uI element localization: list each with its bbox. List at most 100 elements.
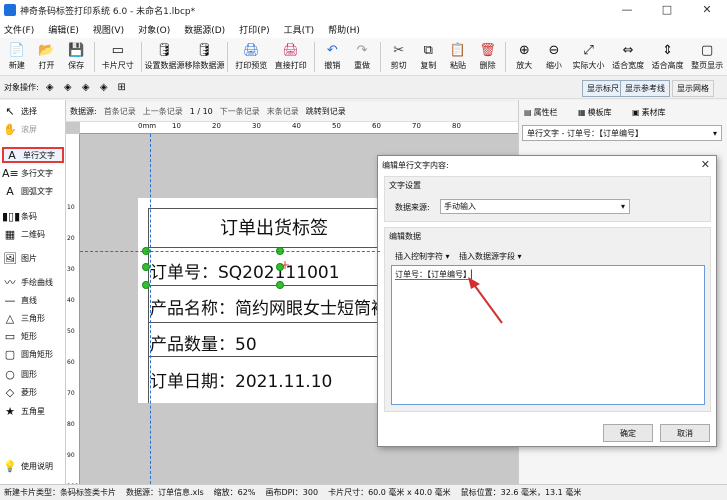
- lightbulb-icon: 💡: [3, 459, 17, 473]
- tool-label: 使用说明: [21, 461, 53, 471]
- toolbar-button-copy[interactable]: ⧉ 复制: [414, 38, 444, 74]
- horizontal-guide-line[interactable]: [80, 251, 380, 252]
- toolbar-button-database[interactable]: 🛢 设置数据源: [144, 38, 184, 74]
- tool-image[interactable]: 🖼 图片: [2, 250, 64, 266]
- show-guides-toggle[interactable]: 显示参考线: [620, 80, 670, 97]
- toolbar-button-delete[interactable]: 🗑 删除: [473, 38, 503, 74]
- tool-rectangle[interactable]: ▭ 矩形: [2, 328, 64, 344]
- menu-tools[interactable]: 工具(T): [284, 23, 315, 36]
- tool-label: 直线: [21, 295, 37, 305]
- label-order-number[interactable]: 订单号：SQ202111001: [150, 258, 340, 283]
- selection-handle[interactable]: [142, 263, 150, 271]
- tab-materials-label: 素材库: [641, 107, 666, 117]
- insert-datasource-field-menu[interactable]: 插入数据源字段 ▾: [459, 251, 522, 262]
- toolbar-button-zoom-out[interactable]: ⊖ 缩小: [539, 38, 569, 74]
- next-record-button[interactable]: 下一条记录: [220, 106, 260, 117]
- tool-qrcode[interactable]: ▦ 二维码: [2, 226, 64, 242]
- toolbar-button-open-folder[interactable]: 📂 打开: [32, 38, 62, 74]
- toolbar-button-new-file[interactable]: 📄 新建: [2, 38, 32, 74]
- tool-circle[interactable]: ○ 圆形: [2, 366, 64, 382]
- selection-handle[interactable]: [142, 281, 150, 289]
- status-bar: 新建卡片类型：条码标签类卡片 数据源：订单信息.xls 缩放：62% 画布DPI…: [0, 484, 727, 500]
- label-order-date[interactable]: 订单日期：2021.11.10: [150, 367, 332, 392]
- tool-line[interactable]: — 直线: [2, 292, 64, 308]
- line-icon: —: [4, 293, 16, 307]
- tab-materials[interactable]: ▣ 素材库: [632, 104, 666, 120]
- vertical-guide-line[interactable]: [150, 134, 151, 484]
- toolbar-button-undo[interactable]: ↶ 撤销: [318, 38, 348, 74]
- ruler-tick-label: 80: [452, 122, 461, 130]
- minimize-button[interactable]: —: [607, 0, 647, 20]
- jump-record-button[interactable]: 跳转到记录: [306, 106, 346, 117]
- layer-bottom-icon[interactable]: ◈: [97, 81, 111, 95]
- text-content-editor[interactable]: 订单号：【订单编号】▏: [391, 265, 705, 405]
- dialog-close-button[interactable]: ✕: [701, 158, 710, 171]
- last-record-button[interactable]: 末条记录: [267, 106, 299, 117]
- show-ruler-toggle[interactable]: 显示标尺: [582, 80, 624, 97]
- toolbar-button-card-size[interactable]: ▭ 卡片尺寸: [98, 38, 138, 74]
- object-selector[interactable]: 单行文字 - 订单号：【订单编号】 ▾: [522, 125, 722, 141]
- label-title[interactable]: 订单出货标签: [220, 214, 328, 240]
- fit-height-icon: ⇕: [662, 42, 674, 58]
- menu-view[interactable]: 视图(V): [93, 23, 124, 36]
- toolbar-button-cut[interactable]: ✂ 剪切: [384, 38, 414, 74]
- toolbar-button-save[interactable]: 💾 保存: [61, 38, 91, 74]
- toolbar-button-actual-size[interactable]: ⤢ 实际大小: [569, 38, 609, 74]
- tool-hand[interactable]: ✋ 滚屏: [2, 121, 64, 137]
- toolbar-button-full-page[interactable]: ▢ 整页显示: [687, 38, 727, 74]
- tool-freehand[interactable]: 〰手绘曲线: [2, 274, 64, 290]
- toolbar-button-remove-database[interactable]: 🛢 移除数据源: [184, 38, 224, 74]
- toolbar-button-zoom-in[interactable]: ⊕ 放大: [509, 38, 539, 74]
- label-quantity[interactable]: 产品数量：50: [150, 330, 257, 355]
- menu-file[interactable]: 文件(F): [4, 23, 34, 36]
- tab-properties[interactable]: ▤ 属性栏: [524, 104, 558, 120]
- tool-cursor[interactable]: ↖ 选择: [2, 103, 64, 119]
- tool-star[interactable]: ★ 五角星: [2, 403, 64, 419]
- menu-datasource[interactable]: 数据源(D): [184, 23, 225, 36]
- menu-edit[interactable]: 编辑(E): [48, 23, 79, 36]
- tool-rounded-rectangle[interactable]: ▢ 圆角矩形: [2, 346, 64, 362]
- datasource-label: 数据源:: [70, 107, 97, 116]
- prev-record-button[interactable]: 上一条记录: [143, 106, 183, 117]
- text-settings-title: 文字设置: [389, 181, 421, 190]
- tool-barcode[interactable]: ▮▯▮ 条码: [2, 208, 64, 224]
- layer-stack-icon[interactable]: ◈: [61, 81, 75, 95]
- tool-multi-line-text[interactable]: A≡ 多行文字: [2, 165, 64, 181]
- toolbar-button-print-preview[interactable]: 🖨 打印预览: [231, 38, 271, 74]
- datasource-bar: 数据源: 首条记录 上一条记录 1 / 10 下一条记录 末条记录 跳转到记录: [66, 102, 518, 122]
- tool-lightbulb[interactable]: 💡 使用说明: [2, 458, 64, 474]
- annotation-arrow-icon: [468, 277, 503, 324]
- cancel-button[interactable]: 取消: [660, 424, 710, 442]
- layer-down-icon[interactable]: ◈: [79, 81, 93, 95]
- tool-arc-text[interactable]: A 圆弧文字: [2, 183, 64, 199]
- layer-up-icon[interactable]: ◈: [43, 81, 57, 95]
- menu-help[interactable]: 帮助(H): [328, 23, 360, 36]
- maximize-button[interactable]: □: [647, 0, 687, 20]
- tab-templates[interactable]: ▦ 模板库: [578, 104, 612, 120]
- toolbar-button-print[interactable]: 🖨 直接打印: [271, 38, 311, 74]
- menu-print[interactable]: 打印(P): [239, 23, 269, 36]
- tab-properties-label: 属性栏: [533, 107, 558, 117]
- toolbar-button-paste[interactable]: 📋 粘贴: [443, 38, 473, 74]
- insert-control-char-menu[interactable]: 插入控制字符 ▾: [395, 251, 450, 262]
- selection-handle[interactable]: [276, 281, 284, 289]
- show-grid-toggle[interactable]: 显示网格: [672, 80, 714, 97]
- ruler-tick-label: 90: [67, 452, 75, 459]
- menu-object[interactable]: 对象(O): [138, 23, 170, 36]
- ok-button[interactable]: 确定: [603, 424, 653, 442]
- tool-label: 菱形: [21, 387, 37, 397]
- source-select[interactable]: 手动输入 ▾: [440, 199, 630, 214]
- label-product-name[interactable]: 产品名称：简约网眼女士短筒袜: [150, 294, 388, 319]
- toolbar-button-fit-height[interactable]: ⇕ 适合高度: [648, 38, 688, 74]
- toolbar-button-redo[interactable]: ↷ 重做: [347, 38, 377, 74]
- tool-triangle[interactable]: △ 三角形: [2, 310, 64, 326]
- first-record-button[interactable]: 首条记录: [104, 106, 136, 117]
- horizontal-ruler: 0mm 10 20 30 40 50 60 70 80: [80, 122, 518, 134]
- tool-single-line-text[interactable]: A 单行文字: [2, 147, 64, 163]
- tool-label: 五角星: [21, 406, 45, 416]
- tool-diamond[interactable]: ◇ 菱形: [2, 384, 64, 400]
- label-card[interactable]: 订单出货标签订单号：SQ202111001 产品名称：简约网眼女士短筒袜 产品数量：…: [138, 198, 388, 403]
- toolbar-button-fit-width[interactable]: ⇔ 适合宽度: [608, 38, 648, 74]
- align-icon[interactable]: ⊞: [115, 81, 129, 95]
- close-window-button[interactable]: ✕: [687, 0, 727, 20]
